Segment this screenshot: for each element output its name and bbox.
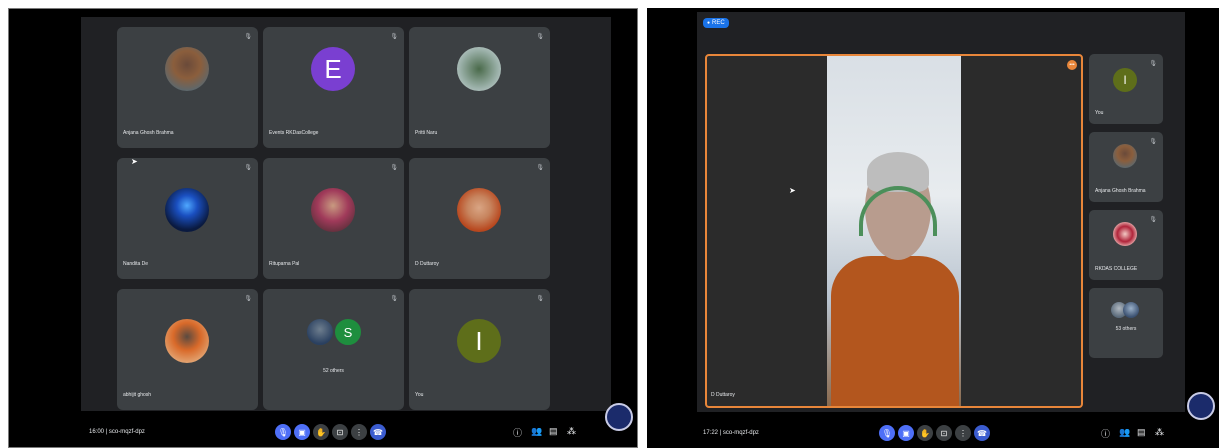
mic-off-icon: 🎙 (536, 165, 544, 171)
avatar (1113, 222, 1137, 246)
people-icon[interactable]: 👥 (531, 426, 542, 437)
avatar (1123, 302, 1139, 318)
meeting-toolbar: 17:22 | sco-mqzf-dpz 🎙 ▣ ✋ ⊡ ⋮ ☎ ⓘ 👥 ▤ ⁂ (647, 418, 1219, 448)
avatar: E (311, 47, 355, 91)
people-icon[interactable]: 👥 (1119, 427, 1130, 438)
meeting-info: 17:22 | sco-mqzf-dpz (703, 430, 759, 436)
mic-off-icon[interactable]: 🎙 (275, 424, 291, 440)
mic-off-icon: 🎙 (536, 296, 544, 302)
participant-tile[interactable]: 🎙 Rituparna Pal (263, 158, 404, 279)
participant-tile[interactable]: 🎙 D Duttaroy (409, 158, 550, 279)
avatar (165, 319, 209, 363)
avatar (457, 47, 501, 91)
side-tile[interactable]: 🎙 RKDAS COLLEGE (1089, 210, 1163, 280)
speaker-view: REC ••• ➤ D Duttaroy 🎙 I You 🎙 Anjana Gh… (697, 12, 1185, 412)
college-logo (1187, 392, 1215, 420)
chat-icon[interactable]: ▤ (549, 426, 558, 437)
participant-name: Rituparna Pal (269, 261, 300, 267)
participant-tile[interactable]: 🎙 Nandita De (117, 158, 258, 279)
more-icon[interactable]: ⋮ (955, 425, 971, 441)
mic-off-icon: 🎙 (244, 34, 252, 40)
avatar (165, 188, 209, 232)
participant-name: RKDAS COLLEGE (1095, 266, 1138, 272)
college-logo (605, 403, 633, 431)
participant-name: Pritti Naru (415, 130, 438, 136)
meeting-info: 16:00 | sco-mqzf-dpz (89, 429, 145, 435)
avatar: I (457, 319, 501, 363)
camera-off-icon[interactable]: ▣ (898, 425, 914, 441)
speaking-indicator-icon: ••• (1067, 60, 1077, 70)
side-tile[interactable]: 🎙 Anjana Ghosh Brahma (1089, 132, 1163, 202)
info-icon[interactable]: ⓘ (1101, 427, 1110, 440)
mic-off-icon: 🎙 (390, 34, 398, 40)
others-count: 53 others (1115, 326, 1137, 332)
avatar (1113, 144, 1137, 168)
avatar (311, 188, 355, 232)
participant-tile-others[interactable]: 🎙 S 52 others (263, 289, 404, 410)
raise-hand-icon[interactable]: ✋ (917, 425, 933, 441)
mic-off-icon: 🎙 (1149, 217, 1157, 223)
info-icon[interactable]: ⓘ (513, 426, 522, 439)
participant-name: You (415, 392, 424, 398)
mic-off-icon: 🎙 (244, 165, 252, 171)
mic-off-icon: 🎙 (244, 296, 252, 302)
avatar (305, 317, 335, 347)
meeting-toolbar: 16:00 | sco-mqzf-dpz 🎙 ▣ ✋ ⊡ ⋮ ☎ ⓘ 👥 ▤ ⁂ (9, 417, 637, 447)
meeting-code: sco-mqzf-dpz (108, 429, 145, 435)
more-icon[interactable]: ⋮ (351, 424, 367, 440)
meeting-time: 16:00 (89, 429, 105, 435)
present-icon[interactable]: ⊡ (332, 424, 348, 440)
active-speaker-tile[interactable]: ••• ➤ D Duttaroy (705, 54, 1083, 408)
participant-tile[interactable]: 🎙 E Events RKDasCollege (263, 27, 404, 148)
mic-off-icon: 🎙 (1149, 61, 1157, 67)
participant-grid: 🎙 Anjana Ghosh Brahma 🎙 E Events RKDasCo… (81, 17, 611, 411)
camera-off-icon[interactable]: ▣ (294, 424, 310, 440)
side-tile-self[interactable]: 🎙 I You (1089, 54, 1163, 124)
participant-name: D Duttaroy (415, 261, 439, 267)
end-call-icon[interactable]: ☎ (974, 425, 990, 441)
present-icon[interactable]: ⊡ (936, 425, 952, 441)
mic-off-icon: 🎙 (390, 165, 398, 171)
participant-name: You (1095, 110, 1104, 116)
participant-name: Nandita De (123, 261, 149, 267)
avatar: I (1113, 68, 1137, 92)
activities-icon[interactable]: ⁂ (1155, 427, 1164, 438)
participant-tile[interactable]: 🎙 abhijit ghosh (117, 289, 258, 410)
chat-icon[interactable]: ▤ (1137, 427, 1146, 438)
participant-tile[interactable]: 🎙 Anjana Ghosh Brahma (117, 27, 258, 148)
meeting-time: 17:22 (703, 430, 719, 436)
speaker-video (827, 56, 961, 406)
meeting-code: sco-mqzf-dpz (722, 430, 759, 436)
others-count: 52 others (323, 368, 344, 374)
speaker-name: D Duttaroy (711, 392, 735, 398)
recording-badge: REC (703, 18, 729, 28)
mic-off-icon: 🎙 (1149, 139, 1157, 145)
participant-tile-self[interactable]: 🎙 I You (409, 289, 550, 410)
participant-name: Anjana Ghosh Brahma (123, 130, 174, 136)
raise-hand-icon[interactable]: ✋ (313, 424, 329, 440)
mic-off-icon: 🎙 (536, 34, 544, 40)
participant-name: abhijit ghosh (123, 392, 152, 398)
speaker-body (831, 256, 959, 406)
avatar (457, 188, 501, 232)
avatar (165, 47, 209, 91)
activities-icon[interactable]: ⁂ (567, 426, 576, 437)
mic-off-icon: 🎙 (390, 296, 398, 302)
avatar: S (333, 317, 363, 347)
mic-off-icon[interactable]: 🎙 (879, 425, 895, 441)
right-meeting-screenshot: REC ••• ➤ D Duttaroy 🎙 I You 🎙 Anjana Gh… (647, 8, 1219, 448)
participant-name: Events RKDasCollege (269, 130, 319, 136)
participant-tile[interactable]: 🎙 Pritti Naru (409, 27, 550, 148)
side-tile-others[interactable]: 53 others (1089, 288, 1163, 358)
participant-name: Anjana Ghosh Brahma (1095, 188, 1146, 194)
left-meeting-screenshot: 🎙 Anjana Ghosh Brahma 🎙 E Events RKDasCo… (8, 8, 638, 448)
end-call-icon[interactable]: ☎ (370, 424, 386, 440)
mouse-cursor-icon: ➤ (789, 186, 796, 195)
mouse-cursor-icon: ➤ (131, 157, 138, 166)
